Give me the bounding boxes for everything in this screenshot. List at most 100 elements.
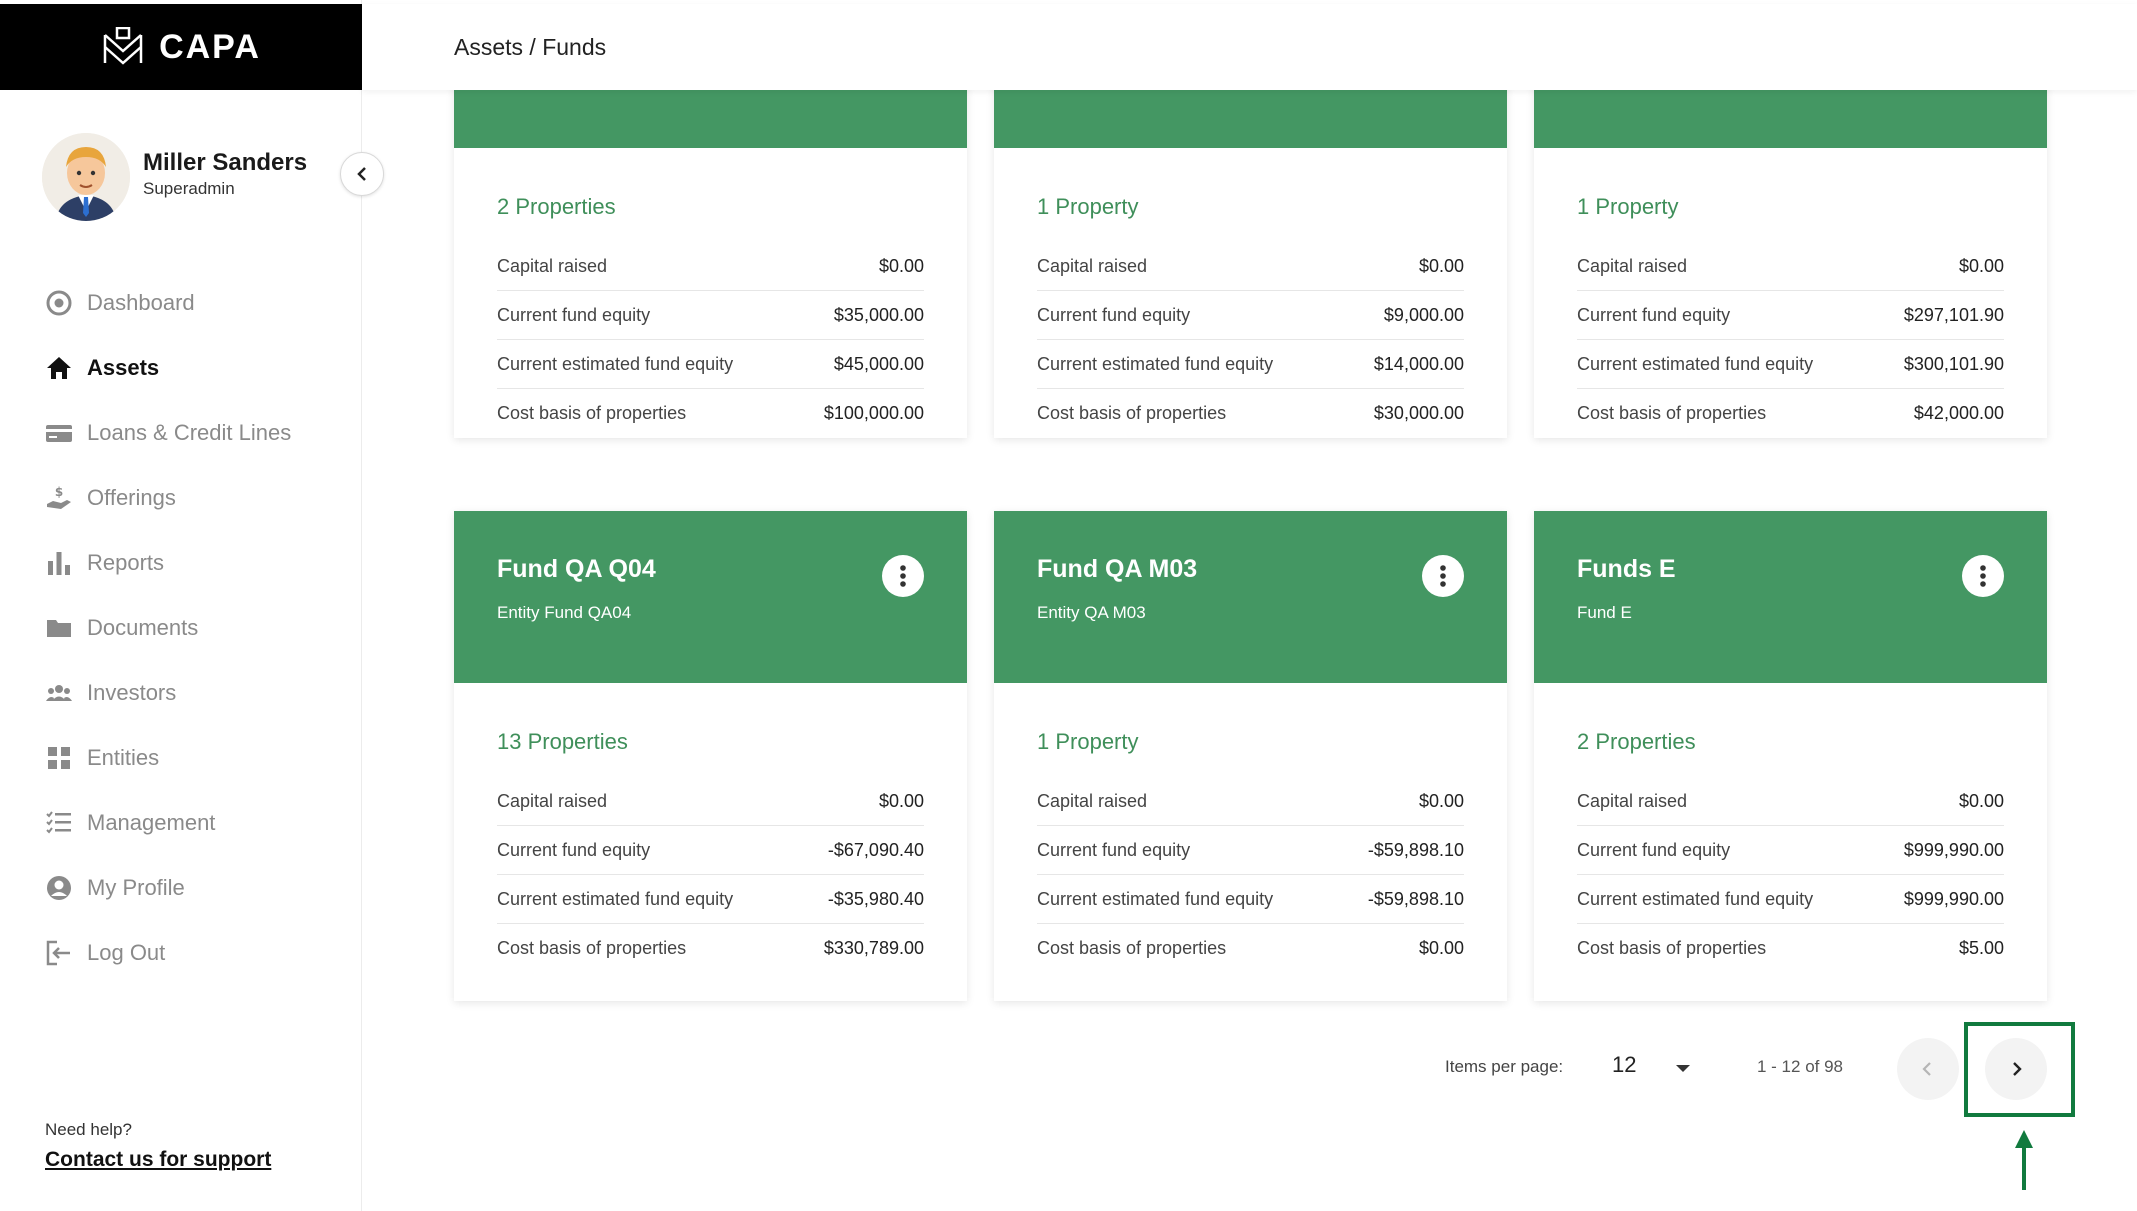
more-vertical-icon	[1980, 565, 1986, 587]
more-vertical-icon	[900, 565, 906, 587]
nav-item-offerings[interactable]: $ Offerings	[0, 465, 362, 530]
metric-label: Current fund equity	[1577, 839, 1731, 860]
metric-label: Capital raised	[1577, 790, 1688, 811]
card-header: Funds E Fund E	[1534, 511, 2047, 683]
card-body: 1 Property Capital raised $0.00 Current f…	[994, 683, 1507, 1001]
nav-item-investors[interactable]: Investors	[0, 660, 362, 725]
metric-row: Current fund equity $9,000.00	[1037, 291, 1464, 340]
card-body: 2 Properties Capital raised $0.00 Current…	[1534, 683, 2047, 1001]
metric-value: $5.00	[1958, 938, 2004, 958]
brand-name: CAPA	[159, 27, 261, 66]
nav-label-dashboard: Dashboard	[87, 289, 195, 315]
dashboard-icon	[45, 289, 73, 317]
fund-title: Fund QA Q04	[497, 555, 656, 583]
nav-item-log-out[interactable]: Log Out	[0, 920, 362, 985]
nav-item-documents[interactable]: Documents	[0, 595, 362, 660]
chevron-left-icon	[357, 167, 366, 181]
nav-item-management[interactable]: Management	[0, 790, 362, 855]
nav-label-reports: Reports	[87, 549, 165, 575]
nav-item-dashboard[interactable]: Dashboard	[0, 270, 362, 335]
metric-row: Cost basis of properties $5.00	[1577, 924, 2004, 973]
metric-row: Current estimated fund equity $45,000.00	[497, 340, 924, 389]
metric-value: $42,000.00	[1913, 403, 2004, 423]
user-profile: Miller Sanders Superadmin	[42, 133, 362, 223]
metric-row: Current estimated fund equity -$35,980.40	[497, 875, 924, 924]
logout-icon	[45, 939, 73, 967]
card-menu-button[interactable]	[1422, 555, 1464, 597]
metric-value: $999,990.00	[1903, 888, 2004, 909]
previous-page-button[interactable]	[1897, 1038, 1959, 1100]
metric-value: $999,990.00	[1903, 839, 2004, 860]
card-header	[1534, 90, 2047, 148]
fund-card[interactable]: 1 Property Capital raised $0.00 Current f…	[994, 90, 1507, 438]
brand-logo[interactable]: CAPA	[0, 4, 362, 90]
property-count: 1 Property	[1037, 194, 1139, 219]
nav-item-entities[interactable]: Entities	[0, 725, 362, 790]
card-body: 1 Property Capital raised $0.00 Current f…	[994, 148, 1507, 438]
fund-card[interactable]: Fund QA Q04 Entity Fund QA04 13 Properti…	[454, 511, 967, 1001]
fund-card[interactable]: Funds E Fund E 2 Properties Capital rais…	[1534, 511, 2047, 1001]
nav-item-assets[interactable]: Assets	[0, 335, 362, 400]
metric-row: Cost basis of properties $30,000.00	[1037, 389, 1464, 438]
metric-label: Current fund equity	[1037, 839, 1191, 860]
metric-row: Capital raised $0.00	[1577, 242, 2004, 291]
items-per-page-select[interactable]: 12	[1612, 1052, 1636, 1078]
fund-card[interactable]: 1 Property Capital raised $0.00 Current f…	[1534, 90, 2047, 438]
nav-item-my-profile[interactable]: My Profile	[0, 855, 362, 920]
metric-row: Current fund equity -$59,898.10	[1037, 826, 1464, 875]
nav-label-documents: Documents	[87, 614, 199, 640]
metric-label: Cost basis of properties	[497, 403, 687, 423]
metric-label: Capital raised	[1577, 255, 1688, 276]
metric-label: Current estimated fund equity	[1037, 353, 1274, 374]
contact-support-link[interactable]: Contact us for support	[45, 1148, 271, 1172]
items-per-page-label: Items per page:	[1445, 1057, 1564, 1076]
property-count: 13 Properties	[497, 729, 628, 754]
funds-grid: 2 Properties Capital raised $0.00 Current…	[362, 90, 2137, 1211]
metric-label: Capital raised	[497, 790, 608, 811]
checklist-icon	[45, 809, 73, 837]
metric-value: $0.00	[878, 790, 924, 811]
property-count: 1 Property	[1037, 729, 1139, 754]
capa-logo-icon	[103, 27, 143, 65]
card-menu-button[interactable]	[882, 555, 924, 597]
sidebar: CAPA Miller Sanders Superadmin Dashboard…	[0, 0, 362, 1211]
folder-icon	[45, 614, 73, 642]
metric-value: $45,000.00	[833, 353, 924, 374]
metric-value: -$35,980.40	[827, 888, 924, 909]
metric-row: Current estimated fund equity $14,000.00	[1037, 340, 1464, 389]
dropdown-caret-icon[interactable]	[1676, 1065, 1690, 1072]
chevron-left-icon	[1922, 1062, 1931, 1076]
help-question: Need help?	[45, 1120, 132, 1139]
metric-label: Current fund equity	[1577, 304, 1731, 325]
collapse-sidebar-button[interactable]	[340, 152, 384, 196]
metric-row: Cost basis of properties $100,000.00	[497, 389, 924, 438]
metric-label: Current estimated fund equity	[497, 888, 734, 909]
card-header	[454, 90, 967, 148]
fund-card[interactable]: 2 Properties Capital raised $0.00 Current…	[454, 90, 967, 438]
nav-item-loans[interactable]: Loans & Credit Lines	[0, 400, 362, 465]
metric-label: Current fund equity	[497, 839, 651, 860]
property-count: 2 Properties	[497, 194, 616, 219]
metric-value: $35,000.00	[833, 304, 924, 325]
metric-label: Current fund equity	[1037, 304, 1191, 325]
more-vertical-icon	[1440, 565, 1446, 587]
metric-value: $0.00	[1958, 255, 2004, 276]
card-header	[994, 90, 1507, 148]
metric-row: Current fund equity $999,990.00	[1577, 826, 2004, 875]
nav-label-investors: Investors	[87, 679, 177, 705]
fund-card[interactable]: Fund QA M03 Entity QA M03 1 Property Cap…	[994, 511, 1507, 1001]
metric-row: Current fund equity $297,101.90	[1577, 291, 2004, 340]
bar-chart-icon	[45, 549, 73, 577]
card-body: 1 Property Capital raised $0.00 Current f…	[1534, 148, 2047, 438]
property-count: 2 Properties	[1577, 729, 1696, 754]
card-body: 2 Properties Capital raised $0.00 Current…	[454, 148, 967, 438]
credit-card-icon	[45, 419, 73, 447]
property-count: 1 Property	[1577, 194, 1679, 219]
metric-value: -$67,090.40	[827, 839, 924, 860]
metric-label: Current estimated fund equity	[1577, 353, 1814, 374]
annotation-arrow-icon	[2015, 1130, 2033, 1190]
card-menu-button[interactable]	[1962, 555, 2004, 597]
metric-label: Current estimated fund equity	[1037, 888, 1274, 909]
fund-title: Funds E	[1577, 555, 1676, 583]
nav-item-reports[interactable]: Reports	[0, 530, 362, 595]
